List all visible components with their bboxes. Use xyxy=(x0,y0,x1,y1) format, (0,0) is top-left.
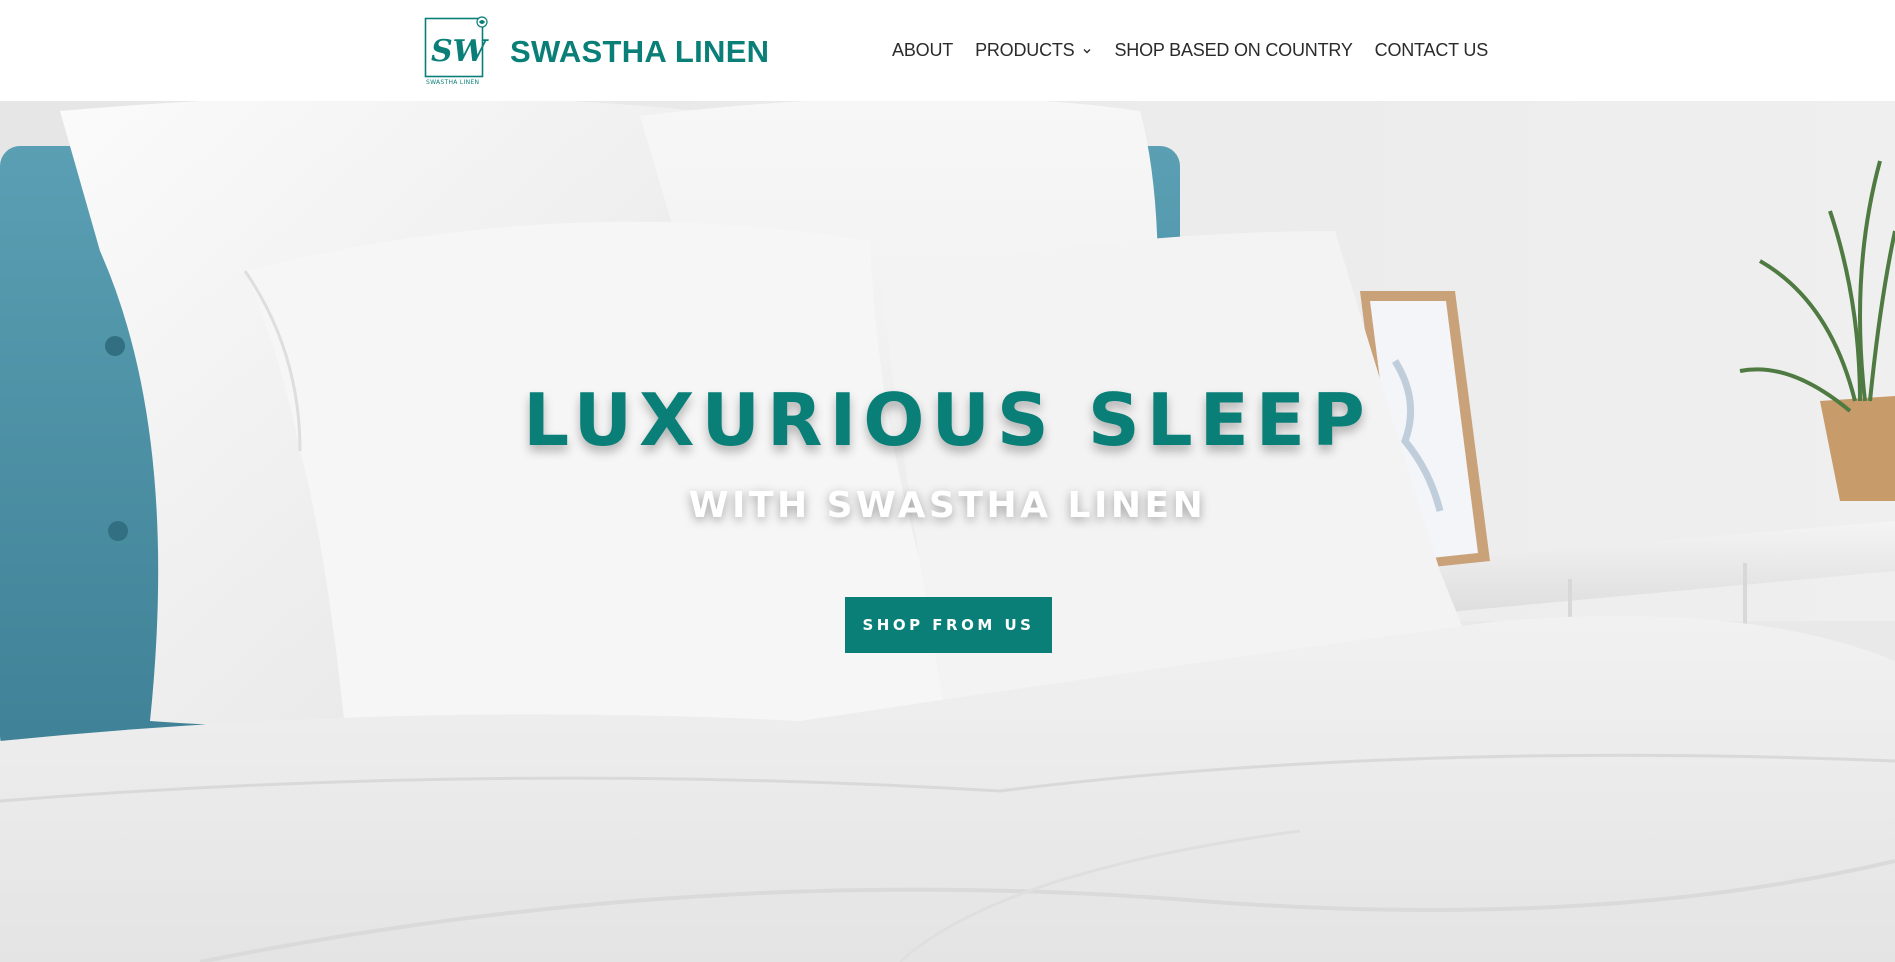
hero-background-image xyxy=(0,101,1895,962)
logo-link[interactable]: SW SWASTHA LINEN SWASTHA LINEN xyxy=(424,16,769,86)
svg-text:SWASTHA LINEN: SWASTHA LINEN xyxy=(426,79,479,86)
nav-item-shop-based-on-country[interactable]: SHOP BASED ON COUNTRY xyxy=(1114,40,1352,61)
brand-name: SWASTHA LINEN xyxy=(510,33,770,69)
nav-item-about[interactable]: ABOUT xyxy=(892,40,953,61)
chevron-down-icon xyxy=(1082,46,1092,56)
logo-icon: SW SWASTHA LINEN xyxy=(424,16,490,86)
hero-title: LUXURIOUS SLEEP xyxy=(523,378,1372,462)
nav-item-label: ABOUT xyxy=(892,40,954,60)
shop-from-us-button[interactable]: SHOP FROM US xyxy=(845,597,1052,653)
svg-text:SW: SW xyxy=(431,34,490,69)
hero-section: LUXURIOUS SLEEP WITH SWASTHA LINEN SHOP … xyxy=(0,101,1895,962)
nav-item-products[interactable]: PRODUCTS xyxy=(975,40,1092,61)
nav-item-contact-us[interactable]: CONTACT US xyxy=(1374,40,1489,61)
nav-item-label: SHOP BASED ON COUNTRY xyxy=(1114,40,1353,60)
hero-subtitle: WITH SWASTHA LINEN xyxy=(688,485,1207,526)
nav-item-label: PRODUCTS xyxy=(975,40,1075,60)
main-nav: ABOUT PRODUCTS SHOP BASED ON COUNTRY CON… xyxy=(892,40,1488,61)
nav-item-label: CONTACT US xyxy=(1374,40,1489,60)
site-header: SW SWASTHA LINEN SWASTHA LINEN ABOUT PRO… xyxy=(0,0,1895,101)
